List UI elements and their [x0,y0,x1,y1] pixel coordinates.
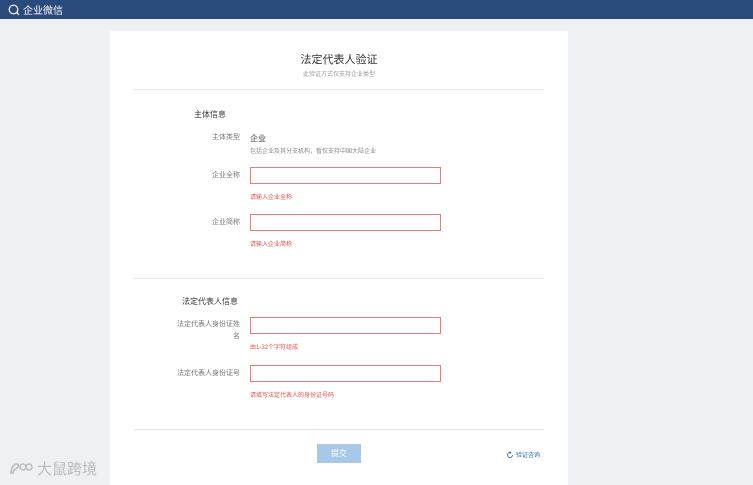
page-subtitle: 此验证方式仅支持企业类型 [302,72,375,78]
company-short-name-label: 企业简称 [212,219,240,226]
entity-section-title: 主体信息 [194,110,226,119]
company-full-name-input[interactable] [250,167,441,184]
legal-name-input[interactable] [250,317,441,334]
refresh-icon [507,450,513,458]
submit-button[interactable]: 提交 [317,444,361,463]
legal-name-error: 由1-32个字符组成 [250,345,299,351]
app-logo[interactable]: 企业微信 [8,2,63,17]
company-short-name-input[interactable] [250,214,441,231]
legal-name-label: 法定代表人身份证姓 名 [130,319,240,343]
section-divider [134,278,544,279]
legal-name-label-line2: 名 [233,333,240,340]
verification-help-link[interactable]: 验证咨询 [506,450,540,459]
company-full-name-label: 企业全称 [212,172,240,179]
watermark: 大鼠跨境 [8,458,97,479]
header-divider [134,89,544,90]
legal-name-label-line1: 法定代表人身份证姓 [177,321,240,328]
page-title: 法定代表人验证 [300,54,378,66]
entity-type-value: 企业 [250,134,266,143]
watermark-logo-icon [10,462,33,474]
app-name: 企业微信 [23,6,63,17]
entity-type-label: 主体类型 [212,134,240,141]
legal-section-title: 法定代表人信息 [182,297,238,306]
company-short-name-error: 请输入企业简称 [250,242,293,248]
company-full-name-error: 请输入企业全称 [250,195,293,201]
help-label: 验证咨询 [516,453,541,459]
legal-id-input[interactable] [250,365,441,382]
entity-type-hint: 包括企业及其分支机构，暂仅支持中国大陆企业 [250,149,377,155]
legal-id-error: 请填写法定代表人的身份证号码 [250,393,335,399]
watermark-text: 大鼠跨境 [37,461,98,478]
legal-id-label: 法定代表人身份证号 [177,370,240,377]
chat-bubble-icon [8,4,20,15]
footer-divider [134,429,544,430]
verification-card: 法定代表人验证 此验证方式仅支持企业类型 主体信息 主体类型 企业 包括企业及其… [110,31,568,485]
top-bar: 企业微信 [0,0,753,19]
